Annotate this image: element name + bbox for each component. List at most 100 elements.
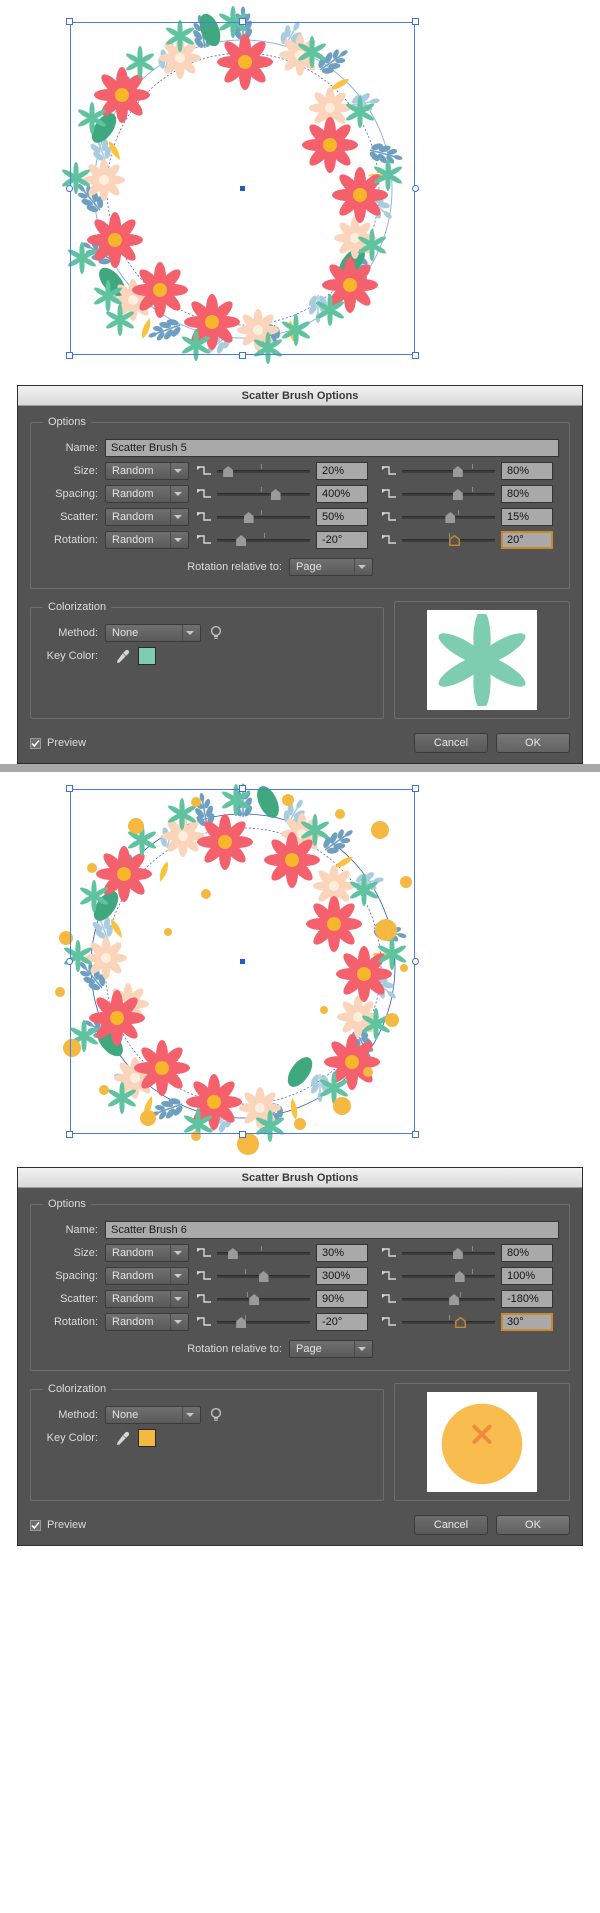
- size-slider-left-1[interactable]: [189, 464, 310, 478]
- scatter-mode-select-1[interactable]: Random: [105, 508, 189, 526]
- scatter-slider-right-2[interactable]: [374, 1292, 495, 1306]
- rotation-relative-select-1[interactable]: Page: [289, 558, 373, 576]
- selection-bounding-box-1[interactable]: [66, 18, 419, 359]
- rotation-slider-left-2[interactable]: [189, 1315, 310, 1329]
- tips-lightbulb-icon[interactable]: [209, 625, 223, 641]
- handle-bottom-center[interactable]: [239, 1131, 246, 1138]
- key-color-swatch-1[interactable]: [138, 647, 156, 665]
- spacing-slider-left-1[interactable]: [189, 487, 310, 501]
- eyedropper-icon[interactable]: [115, 1431, 130, 1446]
- spacing-max-value-2[interactable]: 100%: [501, 1267, 553, 1285]
- scatter-brush-options-dialog-2[interactable]: Scatter Brush Options Options Name: Scat…: [17, 1167, 583, 1546]
- handle-middle-left[interactable]: [66, 185, 73, 192]
- handle-middle-right[interactable]: [412, 185, 419, 192]
- rotation-max-track-1[interactable]: [402, 533, 495, 547]
- handle-top-center[interactable]: [239, 785, 246, 792]
- rotation-max-value-2[interactable]: 30°: [501, 1313, 553, 1331]
- brush-name-input-2[interactable]: Scatter Brush 6: [105, 1221, 559, 1239]
- handle-top-right[interactable]: [412, 785, 419, 792]
- cancel-button-1[interactable]: Cancel: [414, 733, 488, 753]
- rotation-mode-select-2[interactable]: Random: [105, 1313, 189, 1331]
- chevron-down-icon: [170, 486, 185, 502]
- tips-lightbulb-icon[interactable]: [209, 1407, 223, 1423]
- handle-bottom-left[interactable]: [66, 352, 73, 359]
- scatter-mode-select-2[interactable]: Random: [105, 1290, 189, 1308]
- handle-top-left[interactable]: [66, 18, 73, 25]
- spacing-max-track-1[interactable]: [402, 487, 495, 501]
- spacing-slider-left-2[interactable]: [189, 1269, 310, 1283]
- spacing-max-track-2[interactable]: [402, 1269, 495, 1283]
- handle-top-center[interactable]: [239, 18, 246, 25]
- selection-bounding-box-2[interactable]: [66, 785, 419, 1138]
- artboard-canvas-1[interactable]: [0, 0, 600, 385]
- spacing-min-track-2[interactable]: [217, 1269, 310, 1283]
- brush-name-input-1[interactable]: Scatter Brush 5: [105, 439, 559, 457]
- rotation-min-value-1[interactable]: -20°: [316, 531, 368, 549]
- key-color-swatch-2[interactable]: [138, 1429, 156, 1447]
- spacing-min-track-1[interactable]: [217, 487, 310, 501]
- handle-bottom-left[interactable]: [66, 1131, 73, 1138]
- rotation-slider-left-1[interactable]: [189, 533, 310, 547]
- handle-middle-left[interactable]: [66, 958, 73, 965]
- ok-button-1[interactable]: OK: [496, 733, 570, 753]
- rotation-min-value-2[interactable]: -20°: [316, 1313, 368, 1331]
- size-mode-select-2[interactable]: Random: [105, 1244, 189, 1262]
- scatter-max-value-2[interactable]: -180%: [501, 1290, 553, 1308]
- size-min-track-2[interactable]: [217, 1246, 310, 1260]
- size-min-value-1[interactable]: 20%: [316, 462, 368, 480]
- scatter-max-value-1[interactable]: 15%: [501, 508, 553, 526]
- handle-middle-right[interactable]: [412, 958, 419, 965]
- scatter-slider-left-1[interactable]: [189, 510, 310, 524]
- rotation-slider-right-1[interactable]: [374, 533, 495, 547]
- size-max-value-1[interactable]: 80%: [501, 462, 553, 480]
- cancel-button-2[interactable]: Cancel: [414, 1515, 488, 1535]
- size-max-value-2[interactable]: 80%: [501, 1244, 553, 1262]
- handle-bottom-center[interactable]: [239, 352, 246, 359]
- spacing-mode-select-2[interactable]: Random: [105, 1267, 189, 1285]
- rotation-min-track-1[interactable]: [217, 533, 310, 547]
- preview-checkbox-1[interactable]: [30, 737, 41, 749]
- scatter-max-track-2[interactable]: [402, 1292, 495, 1306]
- size-slider-left-2[interactable]: [189, 1246, 310, 1260]
- scatter-brush-options-dialog-1[interactable]: Scatter Brush Options Options Name: Scat…: [17, 385, 583, 764]
- scatter-min-value-1[interactable]: 50%: [316, 508, 368, 526]
- ok-button-2[interactable]: OK: [496, 1515, 570, 1535]
- size-max-track-2[interactable]: [402, 1246, 495, 1260]
- rotation-max-value-1[interactable]: 20°: [501, 531, 553, 549]
- size-min-track-1[interactable]: [217, 464, 310, 478]
- chevron-down-icon: [170, 532, 185, 548]
- spacing-slider-right-2[interactable]: [374, 1269, 495, 1283]
- size-min-value-2[interactable]: 30%: [316, 1244, 368, 1262]
- spacing-min-value-1[interactable]: 400%: [316, 485, 368, 503]
- size-slider-right-1[interactable]: [374, 464, 495, 478]
- scatter-max-track-1[interactable]: [402, 510, 495, 524]
- handle-bottom-right[interactable]: [412, 352, 419, 359]
- scatter-slider-left-2[interactable]: [189, 1292, 310, 1306]
- preview-checkbox-2[interactable]: [30, 1519, 41, 1531]
- handle-bottom-right[interactable]: [412, 1131, 419, 1138]
- spacing-max-value-1[interactable]: 80%: [501, 485, 553, 503]
- rotation-min-track-2[interactable]: [217, 1315, 310, 1329]
- size-max-track-1[interactable]: [402, 464, 495, 478]
- handle-top-right[interactable]: [412, 18, 419, 25]
- size-mode-select-1[interactable]: Random: [105, 462, 189, 480]
- scatter-min-track-2[interactable]: [217, 1292, 310, 1306]
- rotation-max-thumb-active-2[interactable]: [454, 1317, 466, 1328]
- method-select-1[interactable]: None: [105, 624, 201, 642]
- method-select-2[interactable]: None: [105, 1406, 201, 1424]
- scatter-min-value-2[interactable]: 90%: [316, 1290, 368, 1308]
- rotation-max-thumb-active-1[interactable]: [449, 535, 460, 546]
- spacing-slider-right-1[interactable]: [374, 487, 495, 501]
- rotation-slider-right-2[interactable]: [374, 1315, 495, 1329]
- size-slider-right-2[interactable]: [374, 1246, 495, 1260]
- scatter-min-track-1[interactable]: [217, 510, 310, 524]
- scatter-slider-right-1[interactable]: [374, 510, 495, 524]
- eyedropper-icon[interactable]: [115, 649, 130, 664]
- artboard-canvas-2[interactable]: [0, 772, 600, 1167]
- spacing-min-value-2[interactable]: 300%: [316, 1267, 368, 1285]
- handle-top-left[interactable]: [66, 785, 73, 792]
- rotation-relative-select-2[interactable]: Page: [289, 1340, 373, 1358]
- rotation-mode-select-1[interactable]: Random: [105, 531, 189, 549]
- spacing-mode-select-1[interactable]: Random: [105, 485, 189, 503]
- rotation-max-track-2[interactable]: [402, 1315, 495, 1329]
